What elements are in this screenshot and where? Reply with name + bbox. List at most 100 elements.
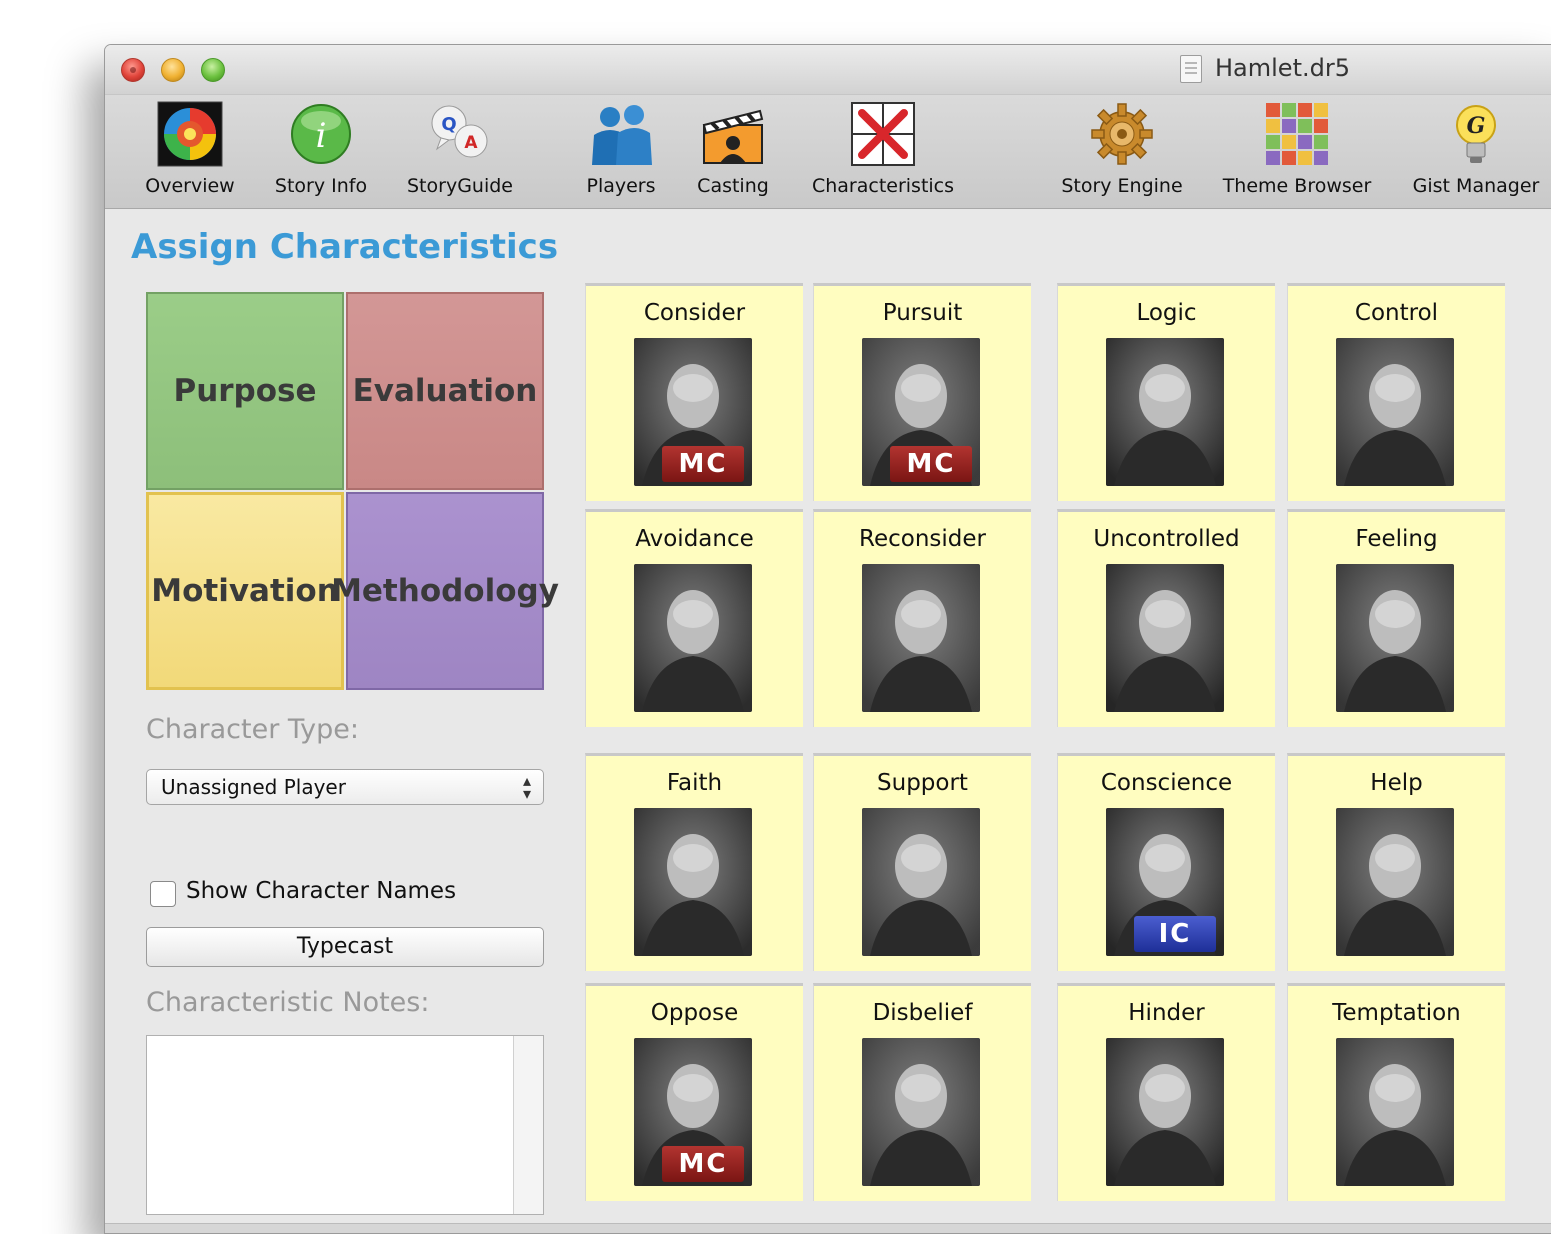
characteristic-name: Oppose — [650, 1000, 739, 1026]
qa-icon: Q A — [427, 101, 493, 167]
ic-badge: IC — [1134, 916, 1216, 952]
toolbar: Overview i Story Info Q A StoryGuide Pla… — [105, 95, 1551, 209]
svg-text:Q: Q — [441, 114, 456, 135]
characteristic-name: Help — [1370, 770, 1423, 796]
toolbar-gist-manager[interactable]: G Gist Manager — [1401, 101, 1551, 197]
character-portrait: MC — [634, 1038, 752, 1186]
character-portrait — [862, 1038, 980, 1186]
quadrant-purpose[interactable]: Purpose — [146, 292, 344, 490]
toolbar-label: Story Engine — [1061, 175, 1183, 197]
characteristic-name: Avoidance — [635, 526, 754, 552]
characteristic-card-feeling[interactable]: Feeling — [1287, 509, 1505, 727]
characteristic-card-conscience[interactable]: Conscience IC — [1057, 753, 1275, 971]
character-portrait — [634, 564, 752, 712]
window-title: Hamlet.dr5 — [1215, 54, 1350, 82]
toolbar-label: Casting — [697, 175, 769, 197]
characteristic-card-disbelief[interactable]: Disbelief — [813, 983, 1031, 1201]
toolbar-storyguide[interactable]: Q A StoryGuide — [385, 101, 535, 197]
characteristic-name: Hinder — [1128, 1000, 1205, 1026]
window-bottom-bar — [105, 1223, 1551, 1233]
characteristic-name: Disbelief — [872, 1000, 973, 1026]
toolbar-label: Gist Manager — [1412, 175, 1540, 197]
characteristic-name: Logic — [1136, 300, 1197, 326]
characteristic-name: Uncontrolled — [1093, 526, 1240, 552]
characteristic-card-temptation[interactable]: Temptation — [1287, 983, 1505, 1201]
characteristic-card-uncontrolled[interactable]: Uncontrolled — [1057, 509, 1275, 727]
character-portrait — [862, 808, 980, 956]
show-character-names-label[interactable]: Show Character Names — [186, 878, 456, 904]
characteristic-card-pursuit[interactable]: Pursuit MC — [813, 283, 1031, 501]
character-portrait: MC — [634, 338, 752, 486]
toolbar-label: StoryGuide — [407, 175, 513, 197]
title-bar: Hamlet.dr5 — [105, 45, 1551, 95]
close-window-button[interactable] — [121, 58, 145, 82]
svg-text:A: A — [464, 133, 478, 153]
character-portrait: IC — [1106, 808, 1224, 956]
quadrant-label: Motivation — [151, 573, 339, 609]
toolbar-overview[interactable]: Overview — [115, 101, 265, 197]
svg-text:i: i — [316, 116, 327, 156]
show-character-names-checkbox[interactable] — [150, 881, 176, 907]
clapperboard-icon — [700, 101, 766, 167]
quadrant-label: Methodology — [331, 573, 559, 609]
info-icon: i — [288, 101, 354, 167]
mc-badge: MC — [890, 446, 972, 482]
characteristic-name: Conscience — [1100, 770, 1233, 796]
quadrant-motivation[interactable]: Motivation — [146, 492, 344, 690]
character-type-label: Character Type: — [146, 714, 359, 745]
characteristic-name: Reconsider — [859, 526, 986, 552]
characteristic-notes-label: Characteristic Notes: — [146, 987, 430, 1018]
characteristic-card-logic[interactable]: Logic — [1057, 283, 1275, 501]
toolbar-label: Characteristics — [811, 175, 955, 197]
characteristic-name: Pursuit — [882, 300, 963, 326]
minimize-window-button[interactable] — [161, 58, 185, 82]
character-portrait — [1106, 1038, 1224, 1186]
toolbar-characteristics[interactable]: Characteristics — [808, 101, 958, 197]
grid-icon — [1264, 101, 1330, 167]
notes-scrollbar[interactable] — [513, 1036, 543, 1214]
characteristic-card-faith[interactable]: Faith — [585, 753, 803, 971]
characteristic-card-support[interactable]: Support — [813, 753, 1031, 971]
mc-badge: MC — [662, 446, 744, 482]
characteristics-icon — [850, 101, 916, 167]
characteristic-card-avoidance[interactable]: Avoidance — [585, 509, 803, 727]
characteristic-card-oppose[interactable]: Oppose MC — [585, 983, 803, 1201]
page-title: Assign Characteristics — [131, 227, 559, 267]
characteristic-name: Consider — [643, 300, 746, 326]
character-type-select[interactable]: Unassigned Player ▴ ▾ — [146, 769, 544, 805]
toolbar-theme-browser[interactable]: Theme Browser — [1222, 101, 1372, 197]
characteristic-card-help[interactable]: Help — [1287, 753, 1505, 971]
characteristic-name: Support — [877, 770, 968, 796]
zoom-window-button[interactable] — [201, 58, 225, 82]
characteristic-card-control[interactable]: Control — [1287, 283, 1505, 501]
characteristic-card-reconsider[interactable]: Reconsider — [813, 509, 1031, 727]
characteristic-card-consider[interactable]: Consider MC — [585, 283, 803, 501]
character-portrait — [862, 564, 980, 712]
typecast-button[interactable]: Typecast — [146, 927, 544, 967]
overview-icon — [157, 101, 223, 167]
app-window: Hamlet.dr5 Overview i Story Info Q A Sto… — [104, 44, 1551, 1234]
character-portrait — [1336, 564, 1454, 712]
characteristic-name: Faith — [666, 770, 723, 796]
svg-text:G: G — [1467, 113, 1486, 139]
toolbar-story-engine[interactable]: Story Engine — [1047, 101, 1197, 197]
main-content: Assign Characteristics Purpose Evaluatio… — [105, 209, 1551, 1233]
toolbar-casting[interactable]: Casting — [658, 101, 808, 197]
select-value: Unassigned Player — [161, 775, 346, 799]
characteristic-name: Temptation — [1332, 1000, 1461, 1026]
toolbar-story-info[interactable]: i Story Info — [246, 101, 396, 197]
characteristic-name: Control — [1354, 300, 1439, 326]
character-portrait — [1106, 338, 1224, 486]
characteristic-card-hinder[interactable]: Hinder — [1057, 983, 1275, 1201]
quadrant-methodology[interactable]: Methodology — [331, 492, 559, 690]
mc-badge: MC — [662, 1146, 744, 1182]
characteristic-name: Feeling — [1355, 526, 1438, 552]
characteristic-notes-textarea[interactable] — [146, 1035, 544, 1215]
updown-arrows-icon: ▴ ▾ — [522, 771, 531, 803]
toolbar-label: Overview — [145, 175, 235, 197]
toolbar-label: Story Info — [274, 175, 368, 197]
quadrant-label: Purpose — [173, 373, 317, 409]
quadrant-evaluation[interactable]: Evaluation — [346, 292, 544, 490]
players-icon — [588, 101, 654, 167]
gear-icon — [1089, 101, 1155, 167]
